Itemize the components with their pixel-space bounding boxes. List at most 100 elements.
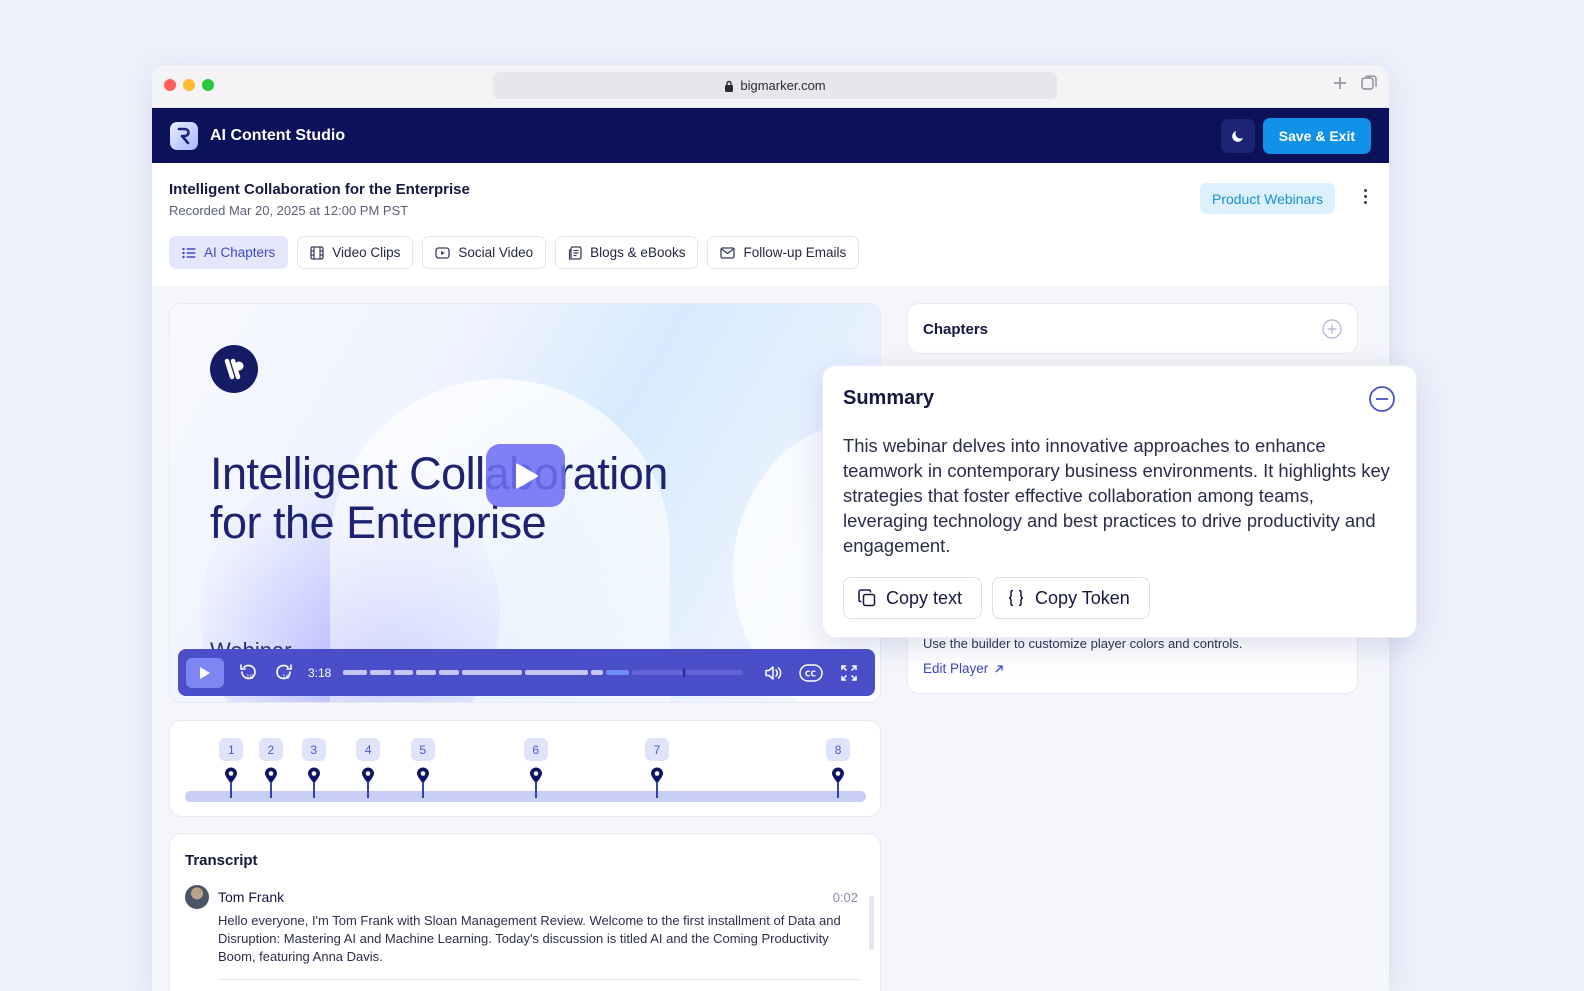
play-rect-icon [435, 246, 450, 259]
play-overlay-button[interactable] [486, 444, 565, 507]
braces-icon [1008, 589, 1024, 607]
captions-button[interactable]: CC [797, 661, 825, 685]
tab-label: Social Video [458, 245, 534, 260]
save-and-exit-button[interactable]: Save & Exit [1262, 117, 1371, 154]
volume-button[interactable] [761, 661, 785, 685]
chapter-marker-label: 8 [826, 738, 851, 761]
summary-popover: Summary This webinar delves into innovat… [822, 365, 1417, 638]
add-chapter-icon[interactable] [1322, 319, 1342, 339]
play-button[interactable] [186, 657, 224, 688]
dark-mode-toggle[interactable] [1220, 118, 1255, 153]
summary-title: Summary [843, 387, 935, 409]
moon-icon [1231, 130, 1243, 142]
cc-icon: CC [799, 663, 824, 682]
list-icon [182, 247, 196, 258]
progress-handle[interactable] [683, 668, 686, 677]
chapter-marker-stem [367, 782, 370, 798]
url-text: bigmarker.com [740, 78, 826, 93]
document-icon [569, 245, 582, 260]
minimize-window-dot[interactable] [183, 79, 195, 91]
chapter-marker-stem [312, 782, 315, 798]
chapter-marker-label: 6 [523, 738, 548, 761]
content-tabs: AI Chapters Video Clips Social Video Blo… [169, 236, 860, 269]
transcript-text: Hello everyone, I'm Tom Frank with Sloan… [218, 913, 841, 964]
progress-bar[interactable] [343, 668, 744, 677]
rewind-10-icon: 10 [240, 663, 256, 681]
tab-label: Video Clips [332, 245, 401, 260]
close-window-dot[interactable] [164, 79, 176, 91]
copy-icon [858, 589, 876, 607]
current-time: 3:18 [308, 665, 332, 680]
address-bar[interactable]: bigmarker.com [493, 72, 1057, 99]
chapter-marker-label: 4 [356, 738, 381, 761]
tab-blogs-ebooks[interactable]: Blogs & eBooks [555, 236, 699, 269]
chapter-marker[interactable]: 1 [219, 738, 244, 798]
speaker-name: Tom Frank [218, 889, 285, 905]
tab-social-video[interactable]: Social Video [422, 236, 547, 269]
collapse-icon[interactable] [1368, 385, 1396, 413]
category-tag[interactable]: Product Webinars [1199, 183, 1335, 214]
fullscreen-icon [841, 664, 858, 681]
chapter-marker[interactable]: 7 [644, 738, 669, 798]
chapter-marker[interactable]: 2 [258, 738, 283, 798]
video-thumbnail[interactable]: Intelligent Collaboration for the Enterp… [170, 304, 880, 702]
fullscreen-button[interactable] [837, 661, 861, 685]
mail-icon [720, 246, 736, 259]
divider [218, 979, 860, 980]
play-icon [515, 463, 538, 488]
copy-token-button[interactable]: Copy Token [992, 577, 1150, 619]
chapter-marker[interactable]: 3 [301, 738, 326, 798]
transcript-panel: Transcript Tom Frank 0:02 Hello everyone… [169, 833, 881, 991]
transcript-timestamp[interactable]: 0:02 [833, 890, 858, 905]
chapter-marker-stem [421, 782, 424, 798]
tab-label: Follow-up Emails [743, 245, 847, 260]
transcript-title: Transcript [185, 852, 258, 869]
avatar [185, 885, 209, 909]
transcript-scrollbar[interactable] [869, 896, 874, 950]
forward-10-button[interactable]: 10 [272, 661, 296, 685]
more-options-icon[interactable] [1364, 189, 1367, 204]
chapter-marker-stem [655, 782, 658, 798]
app-title: AI Content Studio [210, 126, 346, 144]
tab-follow-up-emails[interactable]: Follow-up Emails [707, 236, 860, 269]
lock-icon [725, 80, 734, 92]
forward-10-icon: 10 [276, 663, 292, 681]
chapter-marker-stem [269, 782, 272, 798]
maximize-window-dot[interactable] [202, 79, 214, 91]
chapter-timeline: 123 4 5 6 7 8 [169, 720, 881, 817]
chapter-marker[interactable]: 8 [826, 738, 851, 798]
bigmarker-logo-icon [170, 121, 198, 150]
new-tab-icon[interactable] [1333, 76, 1347, 90]
player-help-text: Use the builder to customize player colo… [923, 636, 1243, 651]
external-arrow-icon [995, 664, 1003, 672]
chapter-marker-stem [534, 782, 537, 798]
video-player[interactable]: Intelligent Collaboration for the Enterp… [169, 303, 881, 703]
chapter-marker-label: 2 [258, 738, 283, 761]
chapter-marker[interactable]: 6 [523, 738, 548, 798]
edit-player-link[interactable]: Edit Player [923, 661, 1004, 676]
video-title: Intelligent Collaboration for the Enterp… [210, 448, 668, 548]
app-header-bar: AI Content Studio Save & Exit [152, 108, 1389, 163]
volume-icon [765, 665, 782, 680]
tabs-overview-icon[interactable] [1361, 75, 1377, 91]
chapter-marker-label: 5 [410, 738, 435, 761]
chapter-marker-stem [837, 782, 840, 798]
browser-chrome: bigmarker.com [152, 65, 1389, 108]
chapter-marker[interactable]: 4 [356, 738, 381, 798]
brand-logo-icon [210, 345, 258, 393]
play-icon [200, 666, 210, 679]
chapter-marker-label: 1 [219, 738, 244, 761]
film-icon [310, 245, 324, 260]
tab-video-clips[interactable]: Video Clips [297, 236, 414, 269]
recorded-date: Recorded Mar 20, 2025 at 12:00 PM PST [169, 203, 409, 218]
chapters-panel: Chapters [907, 303, 1358, 354]
svg-text:10: 10 [246, 674, 254, 681]
chapter-marker[interactable]: 5 [410, 738, 435, 798]
player-controls: 10 10 3:18 CC [178, 649, 875, 696]
tab-label: AI Chapters [204, 245, 276, 260]
tab-label: Blogs & eBooks [590, 245, 686, 260]
tab-ai-chapters[interactable]: AI Chapters [169, 236, 289, 269]
copy-text-button[interactable]: Copy text [843, 577, 983, 619]
rewind-10-button[interactable]: 10 [236, 661, 260, 685]
chapter-marker-label: 3 [301, 738, 326, 761]
